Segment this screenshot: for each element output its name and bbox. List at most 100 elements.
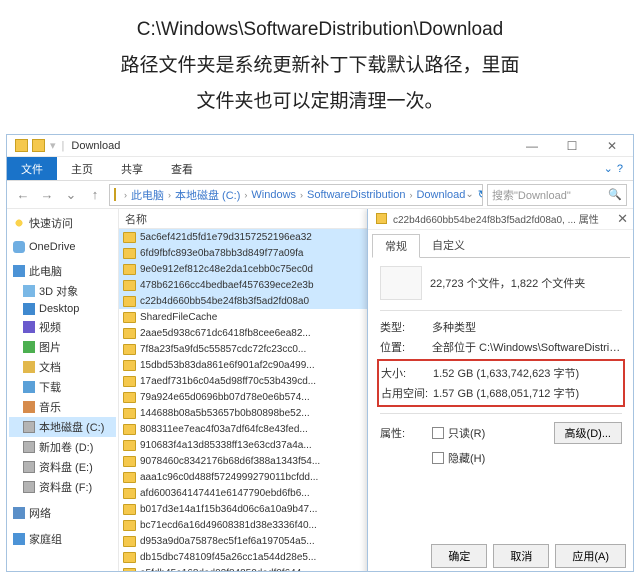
ribbon-tabs: 文件 主页 共享 查看 ⌄ ? — [7, 157, 633, 181]
folder-icon — [123, 504, 136, 515]
navigation-pane: 快速访问 OneDrive 此电脑 3D 对象 Desktop 视频 图片 文档… — [7, 209, 119, 571]
file-count-summary: 22,723 个文件，1,822 个文件夹 — [430, 275, 585, 291]
separator: ▾ — [50, 139, 56, 152]
caption-line: 路径文件夹是系统更新补丁下载默认路径，里面 — [40, 48, 600, 84]
sidebar-onedrive[interactable]: OneDrive — [9, 239, 116, 255]
sidebar-item[interactable]: 下载 — [9, 377, 116, 397]
sidebar-item[interactable]: 资料盘 (E:) — [9, 457, 116, 477]
dialog-tabs: 常规 自定义 — [368, 230, 633, 258]
window-title: Download — [71, 140, 120, 152]
folder-icon — [123, 536, 136, 547]
recent-dropdown-icon[interactable]: ⌄ — [61, 185, 81, 205]
minimize-button[interactable]: — — [517, 137, 547, 155]
cancel-button[interactable]: 取消 — [493, 544, 549, 568]
sidebar-quick-access[interactable]: 快速访问 — [9, 213, 116, 233]
folder-icon — [123, 392, 136, 403]
sidebar-item[interactable]: 图片 — [9, 337, 116, 357]
address-bar-row: ← → ⌄ ↑ › 此电脑› 本地磁盘 (C:)› Windows› Softw… — [7, 181, 633, 209]
label-type: 类型: — [380, 319, 432, 335]
folder-icon — [114, 188, 116, 201]
highlighted-size-box: 大小:1.52 GB (1,633,742,623 字节) 占用空间:1.57 … — [377, 359, 625, 407]
advanced-button[interactable]: 高级(D)... — [554, 422, 622, 444]
value-size: 1.52 GB (1,633,742,623 字节) — [433, 365, 621, 381]
bc-segment[interactable]: 此电脑 — [131, 187, 164, 203]
folder-icon — [123, 232, 136, 243]
sidebar-homegroup[interactable]: 家庭组 — [9, 529, 116, 549]
tab-home[interactable]: 主页 — [57, 157, 107, 180]
hidden-checkbox[interactable] — [432, 452, 444, 464]
label-location: 位置: — [380, 339, 432, 355]
dialog-close-button[interactable]: ✕ — [617, 211, 628, 227]
folder-icon — [123, 568, 136, 572]
value-type: 多种类型 — [432, 319, 622, 335]
sidebar-network[interactable]: 网络 — [9, 503, 116, 523]
titlebar: ▾ | Download — ☐ ✕ — [7, 135, 633, 157]
sidebar-item[interactable]: 音乐 — [9, 397, 116, 417]
tab-share[interactable]: 共享 — [107, 157, 157, 180]
sidebar-item-local-disk-c[interactable]: 本地磁盘 (C:) — [9, 417, 116, 437]
tab-file[interactable]: 文件 — [7, 157, 57, 180]
dialog-title: c22b4d660bb54be24f8b3f5ad2fd08a0, ... 属性 — [393, 211, 599, 226]
folder-icon — [123, 344, 136, 355]
sidebar-this-pc[interactable]: 此电脑 — [9, 261, 116, 281]
sidebar-item[interactable]: 新加卷 (D:) — [9, 437, 116, 457]
maximize-button[interactable]: ☐ — [557, 137, 587, 155]
tab-general[interactable]: 常规 — [372, 234, 420, 258]
folder-icon — [123, 408, 136, 419]
sidebar-item[interactable]: 资料盘 (F:) — [9, 477, 116, 497]
tab-custom[interactable]: 自定义 — [420, 234, 477, 258]
readonly-checkbox[interactable] — [432, 427, 444, 439]
explorer-window: ▾ | Download — ☐ ✕ 文件 主页 共享 查看 ⌄ ? ← → ⌄… — [6, 134, 634, 572]
bc-segment[interactable]: SoftwareDistribution — [307, 189, 405, 201]
apply-button[interactable]: 应用(A) — [555, 544, 626, 568]
folder-stack-icon — [380, 266, 422, 300]
hidden-label: 隐藏(H) — [448, 450, 485, 466]
separator: | — [62, 140, 65, 152]
folder-icon — [123, 424, 136, 435]
sidebar-item[interactable]: 文档 — [9, 357, 116, 377]
folder-icon — [123, 248, 136, 259]
search-icon: 🔍 — [608, 188, 622, 201]
folder-icon — [123, 456, 136, 467]
folder-icon — [123, 280, 136, 291]
properties-dialog: c22b4d660bb54be24f8b3f5ad2fd08a0, ... 属性… — [367, 209, 633, 571]
folder-icon — [376, 213, 387, 224]
sidebar-item[interactable]: 视频 — [9, 317, 116, 337]
label-size: 大小: — [381, 365, 433, 381]
sidebar-item[interactable]: Desktop — [9, 301, 116, 317]
refresh-icon[interactable]: ↻ — [478, 188, 483, 201]
folder-icon — [123, 328, 136, 339]
label-size-on-disk: 占用空间: — [381, 385, 433, 401]
ok-button[interactable]: 确定 — [431, 544, 487, 568]
folder-icon — [123, 552, 136, 563]
folder-icon — [32, 139, 45, 152]
readonly-label: 只读(R) — [448, 425, 485, 441]
bc-segment[interactable]: Windows — [251, 189, 296, 201]
caption-line: 文件夹也可以定期清理一次。 — [40, 84, 600, 120]
close-button[interactable]: ✕ — [597, 137, 627, 155]
folder-icon — [123, 296, 136, 307]
search-input[interactable]: 搜索"Download" 🔍 — [487, 184, 627, 206]
bc-segment[interactable]: Download — [416, 189, 465, 201]
caption-line: C:\Windows\SoftwareDistribution\Download — [40, 12, 600, 48]
search-placeholder: 搜索"Download" — [492, 187, 571, 203]
folder-icon — [123, 440, 136, 451]
ribbon-expand-icon[interactable]: ⌄ ? — [594, 157, 633, 180]
folder-icon — [123, 360, 136, 371]
bc-segment[interactable]: 本地磁盘 (C:) — [175, 187, 240, 203]
folder-icon — [123, 472, 136, 483]
breadcrumb[interactable]: › 此电脑› 本地磁盘 (C:)› Windows› SoftwareDistr… — [109, 184, 483, 206]
value-location: 全部位于 C:\Windows\SoftwareDistribution\Dow… — [432, 339, 622, 355]
folder-icon — [15, 139, 28, 152]
back-button[interactable]: ← — [13, 185, 33, 205]
label-attributes: 属性: — [380, 425, 432, 441]
folder-icon — [123, 264, 136, 275]
tab-view[interactable]: 查看 — [157, 157, 207, 180]
up-button[interactable]: ↑ — [85, 185, 105, 205]
forward-button[interactable]: → — [37, 185, 57, 205]
folder-icon — [123, 488, 136, 499]
dropdown-icon[interactable]: ⌄ — [465, 189, 473, 200]
sidebar-item[interactable]: 3D 对象 — [9, 281, 116, 301]
folder-icon — [123, 376, 136, 387]
folder-icon — [123, 520, 136, 531]
